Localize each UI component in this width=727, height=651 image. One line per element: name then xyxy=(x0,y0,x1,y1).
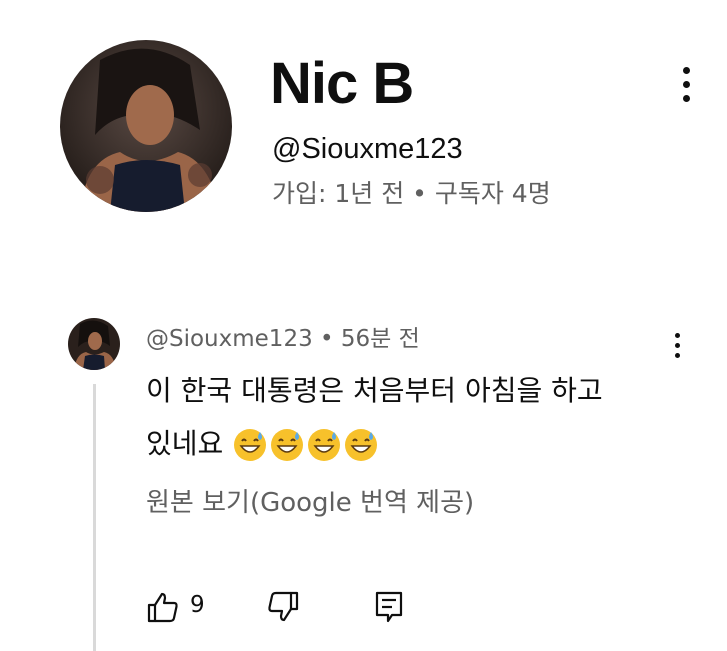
channel-handle: @Siouxme123 xyxy=(272,133,463,165)
comment-text-line-2-text: 있네요 xyxy=(146,427,224,460)
avatar-photo xyxy=(60,40,232,212)
avatar-photo-small xyxy=(68,318,120,370)
more-vert-icon xyxy=(674,332,680,338)
grinning-sweat-emoji xyxy=(345,429,378,461)
grinning-sweat-emoji xyxy=(234,429,267,461)
comment-more-button[interactable] xyxy=(662,325,692,365)
dislike-button[interactable] xyxy=(266,590,302,626)
channel-meta: 가입: 1년 전 • 구독자 4명 xyxy=(272,179,551,208)
channel-more-button[interactable] xyxy=(671,64,701,104)
like-count: 9 xyxy=(190,592,205,618)
profile-avatar[interactable] xyxy=(60,40,232,212)
reply-button[interactable] xyxy=(374,590,410,626)
grinning-sweat-emoji xyxy=(271,429,304,461)
thread-line xyxy=(93,384,96,651)
more-vert-icon xyxy=(682,66,690,74)
like-button[interactable] xyxy=(146,590,182,626)
comment-text-line-1: 이 한국 대통령은 처음부터 아침을 하고 xyxy=(146,374,603,407)
reply-icon xyxy=(375,591,403,623)
channel-name: Nic B xyxy=(270,51,414,116)
comment-header: @Siouxme123 • 56분 전 xyxy=(146,326,420,352)
thumbs-down-icon xyxy=(268,591,299,622)
comment-text: 이 한국 대통령은 처음부터 아침을 하고 있네요 xyxy=(146,364,666,470)
grinning-sweat-emoji xyxy=(308,429,341,461)
comment-avatar[interactable] xyxy=(68,318,120,370)
thumbs-up-icon xyxy=(147,592,178,623)
comment-text-line-2: 있네요 xyxy=(146,417,666,470)
emoji-row xyxy=(233,428,378,462)
see-original-link[interactable]: 원본 보기(Google 번역 제공) xyxy=(146,483,474,523)
